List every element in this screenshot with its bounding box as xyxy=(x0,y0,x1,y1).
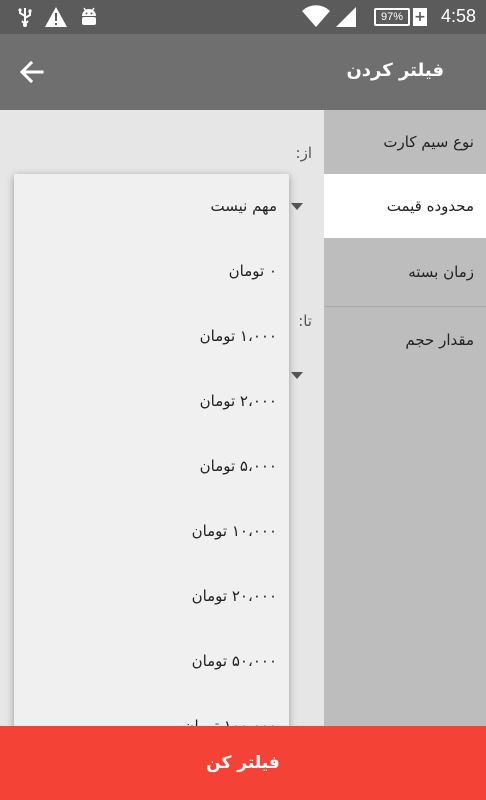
dropdown-option[interactable]: ۲،۰۰۰ تومان xyxy=(200,392,277,410)
category-volume-amount[interactable]: مقدار حجم xyxy=(324,308,486,372)
from-spinner-arrow-icon[interactable] xyxy=(291,203,303,210)
android-icon xyxy=(78,6,100,32)
to-spinner-arrow-icon[interactable] xyxy=(291,372,303,379)
app-bar: فیلتر کردن xyxy=(0,34,486,110)
status-bar: 97% + 4:58 xyxy=(0,0,486,34)
category-sim-type[interactable]: نوع سیم کارت xyxy=(324,110,486,174)
page-title: فیلتر کردن xyxy=(346,60,444,81)
arrow-back-icon[interactable] xyxy=(18,58,46,86)
status-time: 4:58 xyxy=(440,6,476,26)
category-price-range[interactable]: محدوده قیمت xyxy=(324,174,486,238)
dropdown-option[interactable]: ۵،۰۰۰ تومان xyxy=(200,457,277,475)
signal-icon xyxy=(336,6,358,32)
category-divider xyxy=(324,306,486,307)
category-panel: نوع سیم کارت محدوده قیمت زمان بسته مقدار… xyxy=(324,110,486,726)
dropdown-option[interactable]: ۲۰،۰۰۰ تومان xyxy=(192,587,277,605)
battery-indicator: 97% xyxy=(374,8,410,26)
dropdown-option[interactable]: مهم نیست xyxy=(210,197,277,215)
from-label: از: xyxy=(295,144,312,162)
apply-filter-button[interactable]: فیلتر کن xyxy=(0,726,486,800)
wifi-icon xyxy=(302,5,330,33)
battery-charging-icon: + xyxy=(413,8,427,26)
usb-icon xyxy=(14,6,36,32)
dropdown-option[interactable]: ۰ تومان xyxy=(229,262,277,280)
category-package-time[interactable]: زمان بسته xyxy=(324,240,486,304)
to-label: تا: xyxy=(298,312,312,330)
dropdown-option[interactable]: ۱۰،۰۰۰ تومان xyxy=(192,522,277,540)
dropdown-option[interactable]: ۵۰،۰۰۰ تومان xyxy=(192,652,277,670)
price-dropdown-list[interactable]: مهم نیست ۰ تومان ۱،۰۰۰ تومان ۲،۰۰۰ تومان… xyxy=(14,174,289,734)
dropdown-option[interactable]: ۱،۰۰۰ تومان xyxy=(200,327,277,345)
warning-icon xyxy=(44,6,68,32)
